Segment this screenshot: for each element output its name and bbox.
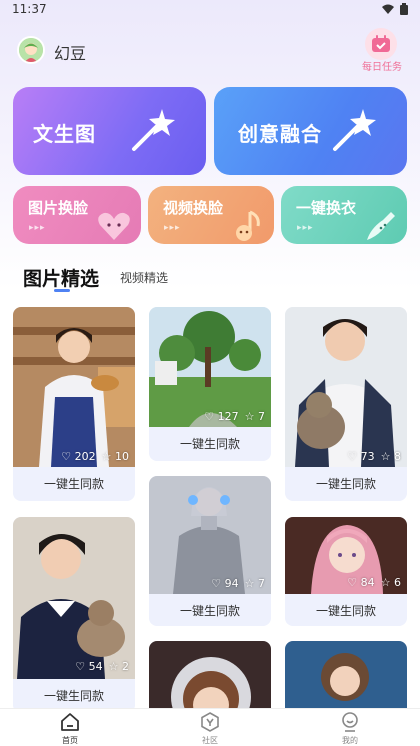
video-swap-card[interactable]: 视频换脸 ▸▸▸ <box>148 186 274 244</box>
gallery-card[interactable]: ♡ 202 ☆ 10 一键生同款 <box>13 307 135 501</box>
heart-icon <box>98 212 130 240</box>
gallery-image-boy-cat <box>13 517 135 679</box>
nav-community-label: 社区 <box>202 736 218 745</box>
app-name: 幻豆 <box>54 44 87 63</box>
text-to-image-title: 文生图 <box>33 122 96 146</box>
generate-same-button[interactable]: 一键生同款 <box>13 467 135 501</box>
gallery-tabs: 图片精选 视频精选 <box>0 260 420 296</box>
nav-home[interactable]: 首页 <box>40 711 100 746</box>
gallery-stats: ♡ 54 ☆ 2 <box>75 660 129 673</box>
gallery-image-garden <box>149 307 271 427</box>
magic-wand-icon <box>132 109 175 151</box>
gallery-image-man-cat <box>285 307 407 467</box>
gallery-stats: ♡ 73 ☆ 8 <box>347 450 401 463</box>
creative-fusion-card[interactable]: 创意融合 <box>214 87 407 175</box>
magic-wand-icon <box>333 109 376 151</box>
stars-count: ☆ 8 <box>380 450 401 463</box>
calendar-icon <box>365 28 397 60</box>
daily-task-button[interactable]: 每日任务 <box>356 28 408 74</box>
nav-me[interactable]: 我的 <box>320 711 380 746</box>
face-swap-title: 图片换脸 <box>28 199 89 217</box>
profile-icon <box>342 712 358 732</box>
outfit-change-title: 一键换衣 <box>296 199 357 217</box>
community-icon <box>201 712 219 732</box>
generate-same-button[interactable]: 一键生同款 <box>149 594 271 626</box>
nav-community[interactable]: 社区 <box>180 711 240 746</box>
gallery-card[interactable]: ♡ 94 ☆ 7 一键生同款 <box>149 476 271 626</box>
gallery-card[interactable]: ♡ 84 ☆ 6 一键生同款 <box>285 517 407 626</box>
home-icon <box>61 713 79 731</box>
gallery-card[interactable]: ♡ 54 ☆ 2 一键生同款 <box>13 517 135 713</box>
arrows-icon: ▸▸▸ <box>29 223 46 233</box>
status-bar: 11:37 <box>0 0 420 20</box>
avatar[interactable] <box>17 36 45 64</box>
tab-active-indicator <box>54 289 70 292</box>
battery-icon <box>400 3 408 15</box>
face-swap-card[interactable]: 图片换脸 ▸▸▸ <box>13 186 141 244</box>
status-time: 11:37 <box>12 2 47 16</box>
gallery-card[interactable]: ♡ 127 ☆ 7 一键生同款 <box>149 307 271 461</box>
generate-same-button[interactable]: 一键生同款 <box>285 467 407 501</box>
stars-count: ☆ 2 <box>108 660 129 673</box>
gallery-image-bakery <box>13 307 135 467</box>
gallery-stats: ♡ 127 ☆ 7 <box>204 410 265 423</box>
likes-count: ♡ 73 <box>347 450 375 463</box>
daily-task-label: 每日任务 <box>362 62 402 73</box>
arrows-icon: ▸▸▸ <box>164 223 181 233</box>
stars-count: ☆ 6 <box>380 576 401 589</box>
paint-brush-icon <box>367 212 395 240</box>
likes-count: ♡ 127 <box>204 410 239 423</box>
outfit-change-card[interactable]: 一键换衣 ▸▸▸ <box>281 186 407 244</box>
bottom-nav: 首页 社区 我的 <box>0 708 420 746</box>
tab-image-picks[interactable]: 图片精选 <box>23 264 99 291</box>
likes-count: ♡ 94 <box>211 577 239 590</box>
wifi-icon <box>382 4 394 14</box>
status-icons <box>382 3 408 15</box>
avatar-face-icon <box>19 38 43 62</box>
stars-count: ☆ 10 <box>101 450 129 463</box>
likes-count: ♡ 54 <box>75 660 103 673</box>
nav-me-label: 我的 <box>342 736 358 745</box>
stars-count: ☆ 7 <box>244 577 265 590</box>
likes-count: ♡ 202 <box>61 450 96 463</box>
text-to-image-card[interactable]: 文生图 <box>13 87 206 175</box>
likes-count: ♡ 84 <box>347 576 375 589</box>
music-note-icon <box>236 210 260 241</box>
arrows-icon: ▸▸▸ <box>297 223 314 233</box>
top-header: 幻豆 每日任务 <box>0 28 420 74</box>
creative-fusion-title: 创意融合 <box>238 122 322 146</box>
gallery-stats: ♡ 202 ☆ 10 <box>61 450 129 463</box>
gallery-card[interactable]: ♡ 73 ☆ 8 一键生同款 <box>285 307 407 501</box>
generate-same-button[interactable]: 一键生同款 <box>149 427 271 461</box>
generate-same-button[interactable]: 一键生同款 <box>285 594 407 626</box>
gallery-stats: ♡ 84 ☆ 6 <box>347 576 401 589</box>
stars-count: ☆ 7 <box>244 410 265 423</box>
nav-home-label: 首页 <box>62 736 78 745</box>
tab-video-picks[interactable]: 视频精选 <box>120 269 168 286</box>
gallery-stats: ♡ 94 ☆ 7 <box>211 577 265 590</box>
video-swap-title: 视频换脸 <box>163 199 224 217</box>
